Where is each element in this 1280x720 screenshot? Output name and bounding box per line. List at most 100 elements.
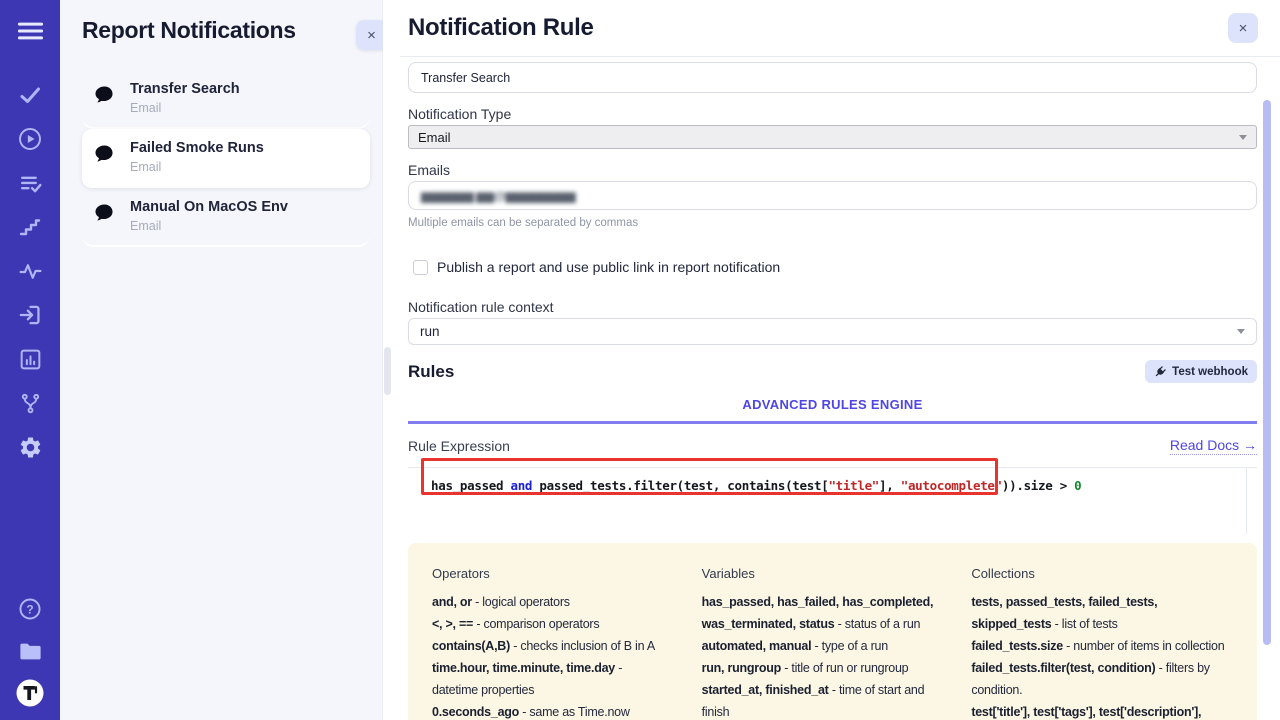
close-icon[interactable]: × bbox=[1228, 13, 1258, 43]
help-column-collections: Collectionstests, passed_tests, failed_t… bbox=[971, 563, 1233, 720]
bar-chart-icon[interactable] bbox=[14, 344, 46, 374]
notification-title: Failed Smoke Runs bbox=[130, 140, 264, 156]
branch-icon[interactable] bbox=[14, 388, 46, 418]
publish-report-row: Publish a report and use public link in … bbox=[408, 259, 1257, 275]
notification-list: Transfer Search Email Failed Smoke Runs … bbox=[82, 70, 370, 247]
main-scrollbar-thumb[interactable] bbox=[1263, 100, 1271, 645]
emails-input[interactable]: ▆▆▆▆▆▆ ▆▆@▆▆▆▆▆▆▆▆ bbox=[408, 181, 1257, 210]
icon-sidebar: ? bbox=[0, 0, 60, 720]
menu-icon[interactable] bbox=[14, 16, 46, 46]
rules-heading: Rules bbox=[408, 362, 454, 382]
chevron-down-icon bbox=[1237, 329, 1245, 334]
rule-expression-code: has_passed and passed_tests.filter(test,… bbox=[408, 468, 1257, 493]
chevron-down-icon bbox=[1239, 135, 1247, 140]
folder-icon[interactable] bbox=[14, 636, 46, 666]
emails-helper-text: Multiple emails can be separated by comm… bbox=[408, 217, 1257, 229]
help-icon[interactable]: ? bbox=[14, 594, 46, 624]
help-column-variables: Variables has_passed, has_failed, has_com… bbox=[702, 563, 936, 720]
notification-type: Email bbox=[130, 219, 288, 233]
code-token: )).size > bbox=[1002, 478, 1074, 493]
steps-icon[interactable] bbox=[14, 212, 46, 242]
emails-label: Emails bbox=[408, 162, 1257, 178]
play-icon[interactable] bbox=[14, 124, 46, 154]
check-icon[interactable] bbox=[14, 80, 46, 110]
help-column-header: Variables bbox=[702, 563, 936, 585]
sidebar-icon-stack bbox=[14, 80, 46, 462]
plug-icon bbox=[1152, 363, 1169, 380]
sidebar-bottom-stack: ? bbox=[14, 594, 46, 708]
code-token: "title" bbox=[828, 478, 879, 493]
notification-type-value: Email bbox=[418, 130, 451, 145]
help-entry: run, rungroup - title of run or rungroup bbox=[702, 657, 936, 679]
help-entry: automated, manual - type of a run bbox=[702, 635, 936, 657]
gear-icon[interactable] bbox=[14, 432, 46, 462]
notification-type-label: Notification Type bbox=[408, 106, 1257, 122]
code-token: "autocomplete" bbox=[901, 478, 1002, 493]
svg-text:?: ? bbox=[26, 602, 33, 616]
list-item-transfer-search[interactable]: Transfer Search Email bbox=[82, 70, 370, 129]
list-check-icon[interactable] bbox=[14, 168, 46, 198]
testomat-logo[interactable] bbox=[14, 678, 46, 708]
panel-scrollbar-thumb[interactable] bbox=[384, 347, 391, 395]
help-entry: failed_tests.size - number of items in c… bbox=[971, 635, 1233, 657]
notification-type-select[interactable]: Email bbox=[408, 125, 1257, 149]
rule-expression-row: Rule Expression Read Docs → bbox=[408, 437, 1257, 455]
test-webhook-label: Test webhook bbox=[1172, 366, 1248, 378]
rules-tabbar: ADVANCED RULES ENGINE bbox=[408, 396, 1257, 424]
help-column-operators: Operators and, or - logical operators<, >… bbox=[432, 563, 666, 720]
rule-expression-editor[interactable]: has_passed and passed_tests.filter(test,… bbox=[408, 467, 1257, 533]
list-item-manual-on-macos-env[interactable]: Manual On MacOS Env Email bbox=[82, 188, 370, 247]
notification-rule-panel: Notification Rule × Notification Type Em… bbox=[400, 0, 1280, 720]
code-token: 0 bbox=[1074, 478, 1081, 493]
rules-row: Rules Test webhook bbox=[408, 360, 1257, 383]
list-item-text: Transfer Search Email bbox=[130, 81, 240, 115]
panel-gutter bbox=[383, 0, 400, 720]
context-value: run bbox=[420, 324, 440, 339]
context-label: Notification rule context bbox=[408, 299, 1257, 315]
help-entry: <, >, == - comparison operators bbox=[432, 613, 666, 635]
help-entry: started_at, finished_at - time of start … bbox=[702, 679, 936, 720]
chat-bubble-icon bbox=[92, 143, 117, 171]
chat-bubble-icon bbox=[92, 84, 117, 112]
read-docs-link[interactable]: Read Docs → bbox=[1170, 437, 1257, 455]
code-token: passed_tests.filter(test, contains(test[ bbox=[532, 478, 828, 493]
app: ? Report Notifications × Transfer Search… bbox=[0, 0, 1280, 720]
publish-report-checkbox[interactable] bbox=[413, 260, 428, 275]
notification-type: Email bbox=[130, 101, 240, 115]
code-token: and bbox=[510, 478, 532, 493]
code-token: ], bbox=[879, 478, 901, 493]
help-entry: test['title'], test['tags'], test['descr… bbox=[971, 701, 1233, 720]
chat-bubble-icon bbox=[92, 202, 117, 230]
test-webhook-button[interactable]: Test webhook bbox=[1145, 360, 1257, 383]
rules-help-panel: Operators and, or - logical operators<, >… bbox=[408, 543, 1257, 720]
pulse-icon[interactable] bbox=[14, 256, 46, 286]
panel-title: Report Notifications bbox=[82, 16, 370, 46]
help-column-header: Operators bbox=[432, 563, 666, 585]
report-notifications-panel: Report Notifications × Transfer Search E… bbox=[60, 0, 383, 720]
rule-expression-label: Rule Expression bbox=[408, 438, 510, 454]
editor-gutter-line bbox=[1246, 468, 1247, 534]
notification-title: Transfer Search bbox=[130, 81, 240, 97]
help-entry: contains(A,B) - checks inclusion of B in… bbox=[432, 635, 666, 657]
publish-report-label: Publish a report and use public link in … bbox=[437, 259, 780, 275]
context-select[interactable]: run bbox=[408, 318, 1257, 345]
help-entry: has_passed, has_failed, has_completed, w… bbox=[702, 591, 936, 635]
list-item-text: Manual On MacOS Env Email bbox=[130, 199, 288, 233]
sign-in-icon[interactable] bbox=[14, 300, 46, 330]
list-item-failed-smoke-runs[interactable]: Failed Smoke Runs Email bbox=[82, 129, 370, 188]
list-item-text: Failed Smoke Runs Email bbox=[130, 140, 264, 174]
tab-advanced-rules-engine[interactable]: ADVANCED RULES ENGINE bbox=[742, 397, 922, 421]
code-token: has_passed bbox=[431, 478, 510, 493]
rule-panel-header: Notification Rule × bbox=[400, 0, 1280, 57]
help-entry: and, or - logical operators bbox=[432, 591, 666, 613]
help-entry: tests, passed_tests, failed_tests, skipp… bbox=[971, 591, 1233, 635]
help-entry: failed_tests.filter(test, condition) - f… bbox=[971, 657, 1233, 701]
page-title: Notification Rule bbox=[408, 14, 594, 42]
rule-name-input[interactable] bbox=[408, 62, 1257, 93]
rule-panel-body: Notification Type Email Emails ▆▆▆▆▆▆ ▆▆… bbox=[400, 57, 1280, 720]
help-entry: time.hour, time.minute, time.day - datet… bbox=[432, 657, 666, 701]
redacted-email-value: ▆▆▆▆▆▆ ▆▆@▆▆▆▆▆▆▆▆ bbox=[421, 189, 575, 203]
notification-type: Email bbox=[130, 160, 264, 174]
notification-title: Manual On MacOS Env bbox=[130, 199, 288, 215]
help-entry: 0.seconds_ago - same as Time.now bbox=[432, 701, 666, 720]
